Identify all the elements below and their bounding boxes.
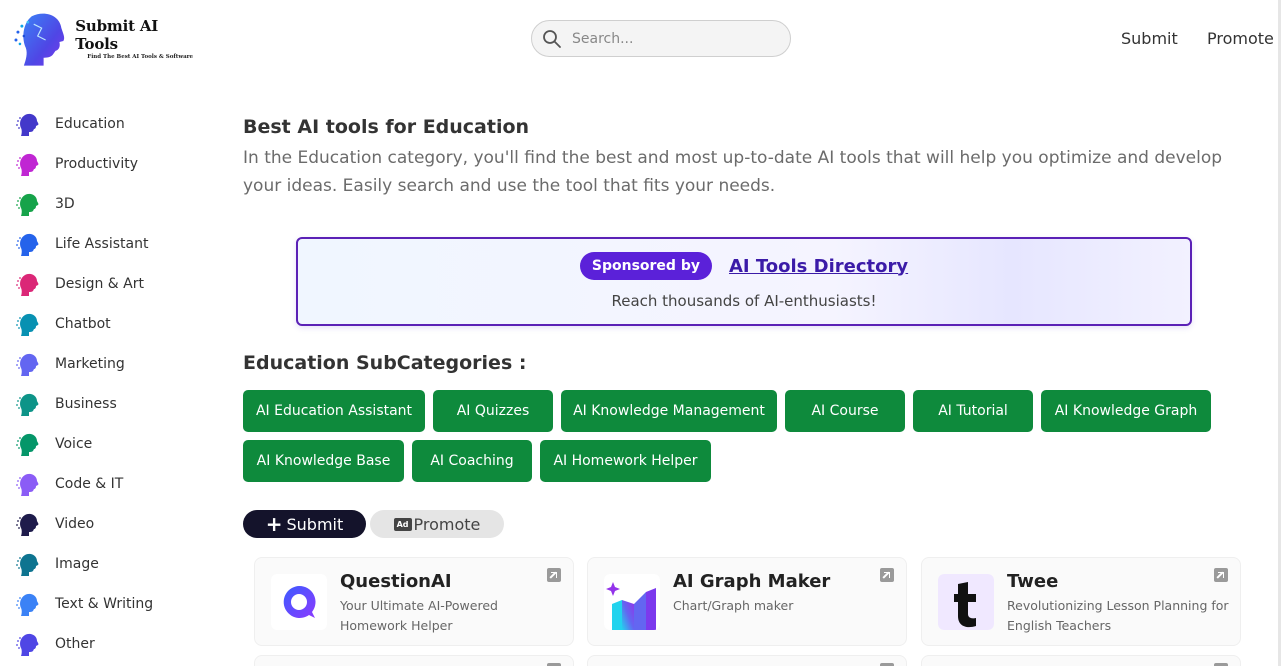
sidebar-item-label: Voice	[55, 436, 93, 452]
subcategory-chip[interactable]: AI Knowledge Management	[561, 390, 777, 432]
sidebar-item-other[interactable]: Other	[0, 624, 200, 664]
sidebar-item-voice[interactable]: Voice	[0, 424, 200, 464]
sidebar-item-label: Image	[55, 556, 99, 572]
sidebar-item-code-it[interactable]: Code & IT	[0, 464, 200, 504]
nav-promote-link[interactable]: Promote	[1207, 29, 1274, 48]
tool-card-partial[interactable]	[587, 655, 907, 666]
sidebar-item-label: 3D	[55, 196, 75, 212]
tool-card-partial[interactable]	[921, 655, 1241, 666]
category-head-icon	[16, 193, 39, 216]
category-head-icon	[16, 313, 39, 336]
search-box[interactable]	[531, 20, 791, 57]
category-head-icon	[16, 153, 39, 176]
category-head-icon	[16, 593, 39, 616]
category-head-icon	[16, 553, 39, 576]
sidebar-item-chatbot[interactable]: Chatbot	[0, 304, 200, 344]
sidebar-item-label: Productivity	[55, 156, 138, 172]
tool-description: Your Ultimate AI-Powered Homework Helper	[340, 598, 498, 633]
tool-description: Chart/Graph maker	[673, 598, 794, 613]
submit-tool-label: Submit	[286, 514, 344, 534]
sidebar-item-life-assistant[interactable]: Life Assistant	[0, 224, 200, 264]
subcategory-chip[interactable]: AI Homework Helper	[540, 440, 711, 482]
tool-card-partial[interactable]	[254, 655, 574, 666]
sponsor-link[interactable]: AI Tools Directory	[729, 256, 908, 277]
page-title: Best AI tools for Education	[243, 116, 530, 138]
sidebar-item-label: Design & Art	[55, 276, 144, 292]
sidebar-item-label: Other	[55, 636, 95, 652]
external-link-icon[interactable]	[547, 568, 561, 582]
category-head-icon	[16, 233, 39, 256]
sidebar-item-3d[interactable]: 3D	[0, 184, 200, 224]
sidebar-item-label: Life Assistant	[55, 236, 149, 252]
ai-graph-maker-logo-icon	[604, 574, 660, 630]
sidebar-item-marketing[interactable]: Marketing	[0, 344, 200, 384]
category-head-icon	[16, 113, 39, 136]
category-head-icon	[16, 513, 39, 536]
sidebar-item-video[interactable]: Video	[0, 504, 200, 544]
sidebar-item-image[interactable]: Image	[0, 544, 200, 584]
category-head-icon	[16, 353, 39, 376]
sidebar-item-productivity[interactable]: Productivity	[0, 144, 200, 184]
logo-subtitle: Find The Best AI Tools & Software	[87, 53, 194, 60]
sidebar-item-text-writing[interactable]: Text & Writing	[0, 584, 200, 624]
submit-tool-button[interactable]: + Submit	[243, 510, 366, 538]
logo-head-icon	[14, 13, 65, 66]
tool-name: QuestionAI	[340, 571, 452, 592]
sidebar-item-label: Business	[55, 396, 117, 412]
category-head-icon	[16, 473, 39, 496]
promote-label: Promote	[413, 514, 481, 534]
sponsor-tagline: Reach thousands of AI-enthusiasts!	[611, 292, 877, 310]
logo-title: Submit AI Tools	[75, 16, 159, 53]
ad-icon: Ad	[393, 517, 412, 531]
subcategory-chip[interactable]: AI Coaching	[412, 440, 532, 482]
tool-name: Twee	[1007, 571, 1059, 592]
tool-description: Revolutionizing Lesson Planning for Engl…	[1007, 598, 1229, 633]
category-head-icon	[16, 393, 39, 416]
tool-name: AI Graph Maker	[673, 571, 831, 592]
subcategory-chip[interactable]: AI Education Assistant	[243, 390, 425, 432]
sidebar-item-label: Code & IT	[55, 476, 124, 492]
sidebar-item-label: Education	[55, 116, 125, 132]
sponsor-badge: Sponsored by	[579, 252, 712, 280]
search-icon	[543, 29, 561, 48]
questionai-logo-icon	[271, 574, 327, 630]
promote-button[interactable]: Ad Promote	[370, 510, 504, 538]
subcategory-chip[interactable]: AI Knowledge Base	[243, 440, 404, 482]
search-input[interactable]	[572, 30, 772, 47]
sidebar-item-label: Text & Writing	[55, 596, 154, 612]
sponsor-banner[interactable]: Sponsored by AI Tools Directory Reach th…	[296, 237, 1192, 326]
subcategory-chip[interactable]: AI Quizzes	[433, 390, 553, 432]
category-head-icon	[16, 273, 39, 296]
sidebar-item-label: Chatbot	[55, 316, 111, 332]
page-description: In the Education category, you'll find t…	[243, 148, 1223, 196]
external-link-icon[interactable]	[880, 568, 894, 582]
category-sidebar: Education Productivity 3D Life Assistant Des…	[0, 104, 200, 664]
header: Submit AI Tools Find The Best AI Tools &…	[0, 0, 1281, 78]
tool-card-ai-graph-maker[interactable]: AI Graph Maker Chart/Graph maker	[587, 557, 907, 646]
subcategory-chip[interactable]: AI Course	[785, 390, 905, 432]
site-logo[interactable]: Submit AI Tools Find The Best AI Tools &…	[14, 9, 204, 67]
sidebar-item-label: Marketing	[55, 356, 125, 372]
tool-card-twee[interactable]: Twee Revolutionizing Lesson Planning for…	[921, 557, 1241, 646]
category-head-icon	[16, 433, 39, 456]
sidebar-item-education[interactable]: Education	[0, 104, 200, 144]
tool-card-questionai[interactable]: QuestionAI Your Ultimate AI-Powered Home…	[254, 557, 574, 646]
nav-submit-link[interactable]: Submit	[1121, 29, 1178, 48]
subcategory-chip[interactable]: AI Knowledge Graph	[1041, 390, 1211, 432]
subcategories-title: Education SubCategories :	[243, 352, 527, 374]
subcategory-chip[interactable]: AI Tutorial	[913, 390, 1033, 432]
twee-logo-icon	[938, 574, 994, 630]
plus-icon: +	[265, 512, 283, 536]
sidebar-item-design-art[interactable]: Design & Art	[0, 264, 200, 304]
sidebar-item-label: Video	[55, 516, 95, 532]
sidebar-item-business[interactable]: Business	[0, 384, 200, 424]
category-head-icon	[16, 633, 39, 656]
main-content: Best AI tools for Education In the Educa…	[243, 116, 1243, 200]
external-link-icon[interactable]	[1214, 568, 1228, 582]
